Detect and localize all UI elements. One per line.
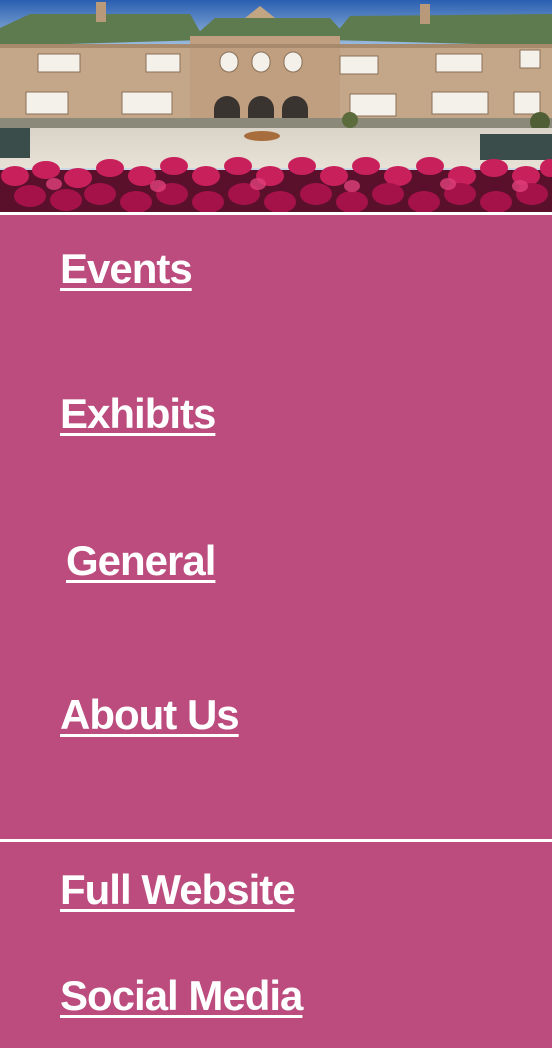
menu-link-events[interactable]: Events: [60, 245, 193, 293]
menu-link-general[interactable]: General: [66, 537, 216, 585]
header-banner-image: [0, 0, 552, 212]
main-menu: Events Exhibits General About Us: [0, 215, 552, 839]
footer-menu: Full Website Social Media: [0, 842, 552, 1048]
building-photo-icon: [0, 0, 552, 212]
menu-link-exhibits[interactable]: Exhibits: [60, 390, 216, 438]
menu-link-about-us[interactable]: About Us: [60, 691, 240, 739]
footer-link-full-website[interactable]: Full Website: [60, 866, 296, 914]
footer-link-social-media[interactable]: Social Media: [60, 972, 303, 1020]
